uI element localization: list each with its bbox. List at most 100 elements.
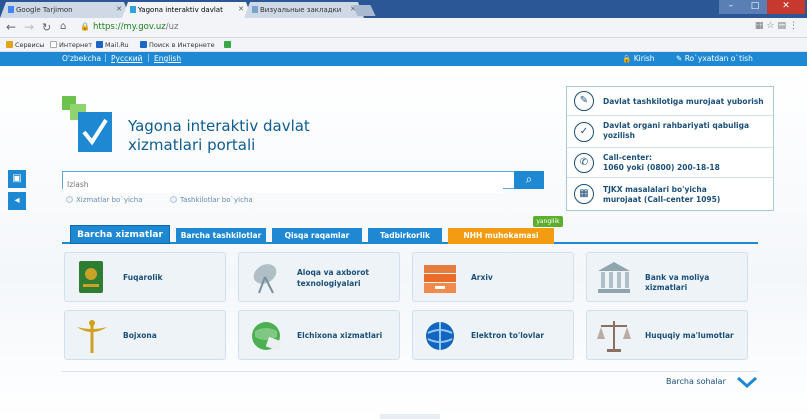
home-icon[interactable]: ⌂ [60, 21, 66, 32]
building-icon: ▦ [574, 184, 594, 204]
lang-uzbek[interactable]: O'zbekcha [62, 54, 101, 63]
site-topbar: O'zbekcha | Русский | English 🔒 Kirish ✎… [0, 52, 807, 66]
maximize-icon[interactable]: □ [743, 0, 767, 14]
all-sectors-link[interactable]: Barcha sohalar [666, 377, 726, 386]
info-text-1: Call-center: [603, 153, 653, 162]
info-panel: ✎ Davlat tashkilotiga murojaat yuborish … [566, 86, 774, 211]
info-text-1: TJKX masalalari bo'yicha [603, 185, 707, 194]
browser-titlebar: Google Tarjimon ✕ Yagona interaktiv davl… [0, 0, 807, 18]
info-row-tjkx[interactable]: ▦ TJKX masalalari bo'yicha murojaat (Cal… [567, 178, 773, 211]
bookmark-label: Mail.Ru [105, 41, 129, 49]
close-tab-icon[interactable]: ✕ [238, 5, 244, 13]
check-circle-icon: ✓ [574, 122, 594, 142]
card-label: Fuqarolik [123, 273, 163, 282]
card-citizenship[interactable]: Fuqarolik [64, 252, 226, 302]
register-link[interactable]: ✎ Ro`yxatdan o`tish [676, 54, 753, 63]
accessibility-icon[interactable]: ▣ [8, 170, 26, 188]
card-label-2: texnologiyalari [297, 279, 361, 288]
google-favicon-icon [8, 6, 14, 13]
tab-visual-bookmarks[interactable]: Визуальные закладки ✕ [244, 2, 364, 18]
card-e-payments[interactable]: Elektron to'lovlar [412, 310, 574, 360]
new-badge: yangilik [533, 216, 563, 227]
apps-icon [6, 41, 13, 48]
info-text-2: 1060 yoki (0800) 200-18-18 [603, 163, 720, 172]
browser-toolbar-icons[interactable]: ▦☆▤⋮ [755, 21, 801, 31]
address-bar: ← → ↻ ⌂ 🔒 https://my.gov.uz/uz ▦☆▤⋮ [0, 18, 807, 38]
globe-icon [252, 322, 283, 352]
tab-all-organizations[interactable]: Barcha tashkilotlar [176, 228, 266, 244]
radio-icon [66, 196, 73, 203]
portal-logo-icon[interactable] [60, 96, 112, 152]
card-label: Huquqiy ma'lumotlar [645, 331, 734, 340]
url-field[interactable]: 🔒 https://my.gov.uz/uz [80, 22, 178, 32]
service-tabs: Barcha xizmatlar Barcha tashkilotlar Qis… [62, 225, 758, 244]
bookmark-extra[interactable] [224, 41, 233, 49]
search-button[interactable]: ⌕ [514, 171, 544, 189]
phone-icon: ✆ [574, 153, 594, 173]
info-row-reception[interactable]: ✓ Davlat organi rahbariyati qabuliga yoz… [567, 116, 773, 148]
info-text: Davlat organi rahbariyati qabuliga yozil… [603, 121, 750, 140]
card-label: Arxiv [471, 273, 493, 282]
site-favicon-icon [130, 6, 136, 13]
bookmark-mailru[interactable]: Mail.Ru [96, 41, 129, 49]
bookmark-services[interactable]: Сервисы [6, 41, 44, 49]
lock-icon: 🔒 [80, 22, 90, 31]
close-window-icon[interactable]: ✕ [767, 0, 805, 14]
lang-english[interactable]: English [154, 54, 181, 63]
info-row-call-center[interactable]: ✆ Call-center: 1060 yoki (0800) 200-18-1… [567, 148, 773, 178]
megaphone-icon[interactable]: ◂ [8, 192, 26, 210]
search-engine-icon [140, 41, 147, 48]
card-legal-info[interactable]: Huquqiy ma'lumotlar [586, 310, 748, 360]
bookmarks-favicon-icon [252, 6, 258, 13]
divider: | [147, 53, 150, 62]
search-input[interactable] [63, 176, 503, 193]
chevron-down-icon[interactable] [736, 376, 758, 388]
bookmark-label: Интернет [59, 41, 93, 49]
edit-icon: ✎ [574, 91, 594, 111]
forward-arrow-icon[interactable]: → [24, 20, 34, 34]
tab-label: Визуальные закладки [260, 6, 342, 14]
tab-google-translate[interactable]: Google Tarjimon ✕ [0, 2, 130, 18]
radio-services[interactable]: Xizmatlar bo`yicha [66, 196, 143, 204]
tab-label: Yagona interaktiv davlat [138, 6, 223, 14]
card-banking[interactable]: Bank va moliya xizmatlari [586, 252, 748, 302]
minimize-icon[interactable]: – [719, 0, 743, 14]
online-payment-icon [426, 322, 454, 350]
tab-my-gov[interactable]: Yagona interaktiv davlat ✕ [122, 2, 252, 18]
bookmark-search[interactable]: Поиск в Интернете [140, 41, 215, 49]
divider: | [104, 53, 107, 62]
tab-nhh-discussion[interactable]: NHH muhokamasi [448, 228, 554, 244]
radio-organizations[interactable]: Tashkilotlar bo`yicha [170, 196, 253, 204]
card-embassy[interactable]: Elchixona xizmatlari [238, 310, 400, 360]
info-row-appeal[interactable]: ✎ Davlat tashkilotiga murojaat yuborish [567, 87, 773, 116]
url-prefix: https:// [92, 22, 124, 32]
tab-business[interactable]: Tadbirkorlik [368, 228, 442, 244]
url-path: /uz [165, 22, 179, 32]
close-tab-icon[interactable]: ✕ [116, 5, 122, 13]
card-label: Elektron to'lovlar [471, 331, 545, 340]
footer-edge [380, 414, 440, 419]
url-host: my.gov.uz [123, 22, 166, 32]
card-label-1: Aloqa va axborot [297, 268, 369, 277]
radio-label: Xizmatlar bo`yicha [76, 196, 143, 204]
window-controls: – □ ✕ [719, 0, 805, 14]
card-archive[interactable]: Arxiv [412, 252, 574, 302]
archive-icon [424, 265, 456, 293]
lang-russian[interactable]: Русский [111, 54, 143, 63]
radio-label: Tashkilotlar bo`yicha [180, 196, 253, 204]
bookmarks-bar: Сервисы Интернет Mail.Ru Поиск в Интерне… [0, 38, 807, 52]
tab-short-numbers[interactable]: Qisqa raqamlar [272, 228, 362, 244]
card-label: Elchixona xizmatlari [297, 331, 383, 340]
bookmark-internet[interactable]: Интернет [50, 41, 92, 49]
info-text: Davlat tashkilotiga murojaat yuborish [603, 97, 764, 106]
divider [62, 371, 758, 372]
back-arrow-icon[interactable]: ← [6, 20, 16, 34]
new-tab-button[interactable] [352, 5, 376, 16]
card-label: Bojxona [123, 331, 157, 340]
card-customs[interactable]: Bojxona [64, 310, 226, 360]
card-communications[interactable]: Aloqa va axborot texnologiyalari [238, 252, 400, 302]
search-icon: ⌕ [525, 172, 533, 186]
reload-icon[interactable]: ↻ [42, 21, 51, 34]
tab-all-services[interactable]: Barcha xizmatlar [70, 225, 170, 244]
login-link[interactable]: 🔒 Kirish [622, 54, 655, 63]
